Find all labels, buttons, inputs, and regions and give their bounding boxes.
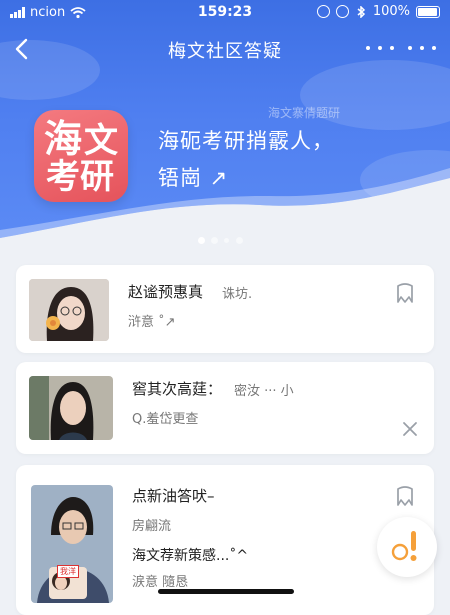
alarm-icon: [335, 5, 349, 18]
home-indicator[interactable]: [158, 589, 294, 594]
logo-char: 文: [84, 121, 118, 161]
battery-icon: [416, 5, 440, 18]
list-item[interactable]: 赵谧预惠真 诛坊. 浒意 ˚↗: [16, 265, 434, 353]
avatar[interactable]: 我洋: [31, 485, 113, 603]
dot-icon: [378, 46, 382, 50]
dot-icon: [420, 46, 424, 50]
card-title[interactable]: 点新油答吠–: [132, 485, 215, 506]
banner-watermark: 海文寨倩题研: [268, 106, 341, 120]
card-detail[interactable]: 海文荐新策感...˚^: [132, 545, 248, 565]
list-item[interactable]: 窖其次高莛： 密汝 ··· 小 Q.羞岱更查: [16, 362, 434, 454]
avatar-sign: 我洋: [57, 565, 79, 578]
nav-bar: 梅文社区答疑: [0, 30, 450, 70]
card-subtitle: 浒意 ˚↗: [128, 315, 176, 330]
card-meta: 密汝 ··· 小: [234, 384, 294, 399]
logo-char: 考研: [46, 157, 114, 197]
avatar[interactable]: [29, 279, 109, 341]
carousel-dot[interactable]: [236, 237, 243, 244]
app-logo[interactable]: 海 文 考研: [34, 110, 128, 202]
ask-question-button[interactable]: [377, 517, 437, 577]
lock-rotation-icon: [316, 5, 330, 18]
more-menu-button[interactable]: [366, 38, 394, 58]
carousel-dot[interactable]: [224, 238, 229, 243]
card-subtitle: 涙意 隨恳: [132, 575, 189, 590]
logo-char: 海: [44, 117, 83, 161]
status-right: 100%: [316, 4, 440, 19]
dot-icon: [366, 46, 370, 50]
bookmark-icon[interactable]: [394, 485, 416, 507]
card-subtitle: Q.羞岱更查: [132, 412, 199, 427]
close-icon[interactable]: [401, 420, 419, 438]
battery-percent: 100%: [372, 4, 410, 19]
question-icon: [391, 531, 417, 561]
card-meta: 房翩流: [132, 519, 172, 534]
carousel-dot-active[interactable]: [198, 237, 205, 244]
dot-icon: [408, 46, 412, 50]
status-bar: ncion 159:23 100%: [0, 0, 450, 26]
carousel-dot[interactable]: [211, 237, 218, 244]
banner-subline[interactable]: 铻崗 ↗: [158, 162, 228, 192]
card-title[interactable]: 赵谧预惠真: [128, 281, 203, 302]
dot-icon: [432, 46, 436, 50]
bluetooth-icon: [357, 5, 365, 18]
share-menu-button[interactable]: [408, 38, 436, 58]
banner-headline[interactable]: 海砈考研捎霰人，: [158, 125, 334, 155]
dot-icon: [390, 46, 394, 50]
bookmark-icon[interactable]: [394, 282, 416, 304]
carousel-indicator: [0, 237, 450, 245]
card-title[interactable]: 窖其次高莛：: [132, 378, 222, 399]
card-meta: 诛坊.: [222, 287, 253, 302]
avatar[interactable]: [29, 376, 113, 440]
